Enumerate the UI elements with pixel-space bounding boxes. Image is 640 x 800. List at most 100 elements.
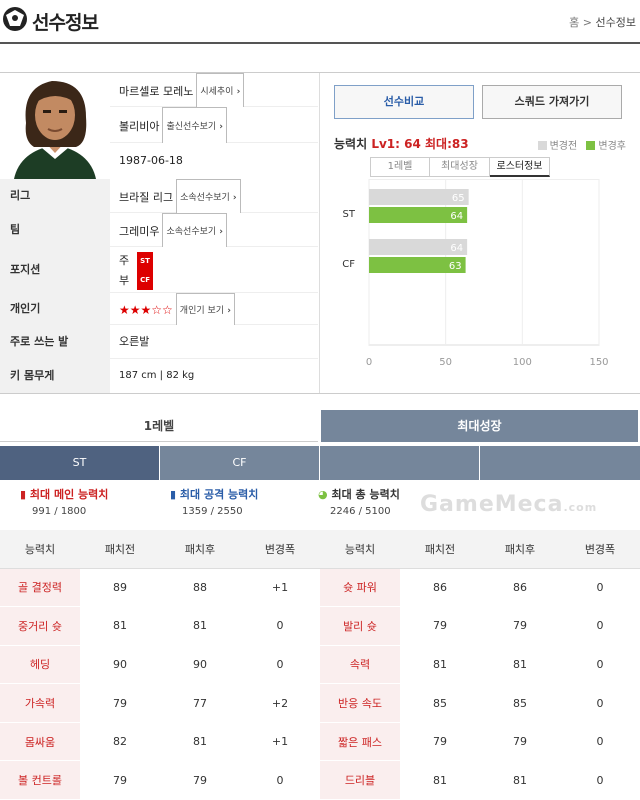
- stat-value-cell: 81: [480, 645, 560, 685]
- ability-summary: 능력치 Lv1: 64 최대:83: [334, 135, 469, 152]
- league-row: 브라질 리그 소속선수보기: [110, 179, 318, 217]
- nation-players-button[interactable]: 출신선수보기: [162, 107, 228, 147]
- team-players-button[interactable]: 소속선수보기: [162, 213, 228, 251]
- col-header: 패치전: [80, 530, 160, 569]
- stat-value-cell: 81: [160, 606, 240, 646]
- bar-value-label: 64: [450, 211, 463, 222]
- position-tab-st[interactable]: ST: [0, 446, 160, 480]
- player-birth: 1987-06-18: [110, 143, 318, 179]
- stat-value-cell: 88: [160, 568, 240, 608]
- stat-name-cell: 볼 컨트롤: [0, 760, 80, 800]
- bar-value-label: 65: [452, 193, 465, 204]
- nationality-row: 볼리비아 출신선수보기: [110, 107, 318, 147]
- breadcrumb-current: 선수정보: [595, 16, 636, 29]
- table-row: 헤딩 90 90 0 속력 81 81 0: [0, 645, 640, 685]
- league-players-button[interactable]: 소속선수보기: [176, 179, 241, 217]
- player-details: 마르셀로 모레노시세추이 볼리비아출신선수보기 1987-06-18 리그 브라…: [0, 73, 320, 393]
- stat-value-cell: 82: [80, 722, 160, 762]
- stat-total-value: 2246 / 5100: [330, 506, 391, 517]
- legend-after-swatch: [586, 141, 596, 150]
- col-header: 패치후: [160, 530, 240, 569]
- stat-diff-cell: +1: [240, 568, 320, 608]
- team-row: 그레미우 소속선수보기: [110, 213, 318, 251]
- x-tick-label: 50: [439, 357, 452, 368]
- chart-tabs: 1레벨 최대성장 로스터정보: [370, 157, 550, 177]
- bar-value-label: 63: [449, 261, 462, 272]
- summary-stats: GameMeca.com ▮ 최대 메인 능력치 991 / 1800 ▮ 최대…: [0, 480, 640, 530]
- stat-attack: ▮ 최대 공격 능력치 1359 / 2550: [170, 486, 258, 517]
- tab-max-growth[interactable]: 최대성장: [321, 410, 638, 442]
- stat-diff-cell: 0: [560, 645, 640, 685]
- price-trend-button[interactable]: 시세추이: [196, 73, 245, 111]
- chart-tab-max-growth[interactable]: 최대성장: [430, 157, 490, 177]
- table-row: 몸싸움 82 81 +1 짧은 패스 79 79 0: [0, 722, 640, 762]
- player-info-panel: 마르셀로 모레노시세추이 볼리비아출신선수보기 1987-06-18 리그 브라…: [0, 72, 640, 394]
- position-tab-empty-2: [480, 446, 640, 480]
- skill-view-button[interactable]: 개인기 보기: [175, 293, 235, 329]
- stat-name-cell: 반응 속도: [320, 683, 400, 723]
- stat-diff-cell: 0: [560, 722, 640, 762]
- watermark-text: GameMeca: [420, 492, 564, 517]
- stat-name-cell: 가속력: [0, 683, 80, 723]
- chart-legend: 변경전 변경후: [537, 137, 626, 152]
- popularity-row: ★★★☆☆ 개인기 보기: [110, 293, 318, 329]
- bar-chart-icon: ▮: [170, 488, 177, 501]
- stat-value-cell: 79: [160, 760, 240, 800]
- stat-name-cell: 헤딩: [0, 645, 80, 685]
- stat-diff-cell: +1: [240, 722, 320, 762]
- ability-max: 최대:83: [425, 137, 469, 151]
- chart-tab-level1[interactable]: 1레벨: [370, 157, 430, 177]
- stat-diff-cell: 0: [560, 760, 640, 800]
- legend-before-swatch: [537, 141, 547, 150]
- stat-main-value: 991 / 1800: [32, 506, 87, 517]
- soccer-ball-icon: [3, 7, 27, 31]
- legend-after: 변경후: [598, 141, 626, 152]
- stat-diff-cell: 0: [560, 568, 640, 608]
- x-tick-label: 0: [366, 357, 372, 368]
- stat-value-cell: 79: [80, 760, 160, 800]
- stat-main: ▮ 최대 메인 능력치 991 / 1800: [20, 486, 108, 517]
- position-tab-cf[interactable]: CF: [160, 446, 320, 480]
- ability-level: Lv1: 64: [371, 137, 421, 151]
- stat-value-cell: 79: [400, 606, 480, 646]
- table-row: 골 결정력 89 88 +1 슛 파워 86 86 0: [0, 568, 640, 608]
- stat-name-cell: 골 결정력: [0, 568, 80, 608]
- compare-player-button[interactable]: 선수비교: [334, 85, 474, 119]
- skill-stars: ★★★☆☆: [119, 303, 173, 317]
- sub-position-badge: CF: [137, 271, 154, 290]
- col-header: 변경폭: [240, 530, 320, 569]
- foot-label: 주로 쓰는 발: [0, 325, 110, 359]
- popularity-label: 개인기: [0, 293, 110, 325]
- stat-diff-cell: 0: [240, 645, 320, 685]
- legend-before: 변경전: [549, 141, 578, 152]
- chart-tab-roster[interactable]: 로스터정보: [490, 157, 550, 177]
- stat-value-cell: 86: [400, 568, 480, 608]
- table-row: 가속력 79 77 +2 반응 속도 85 85 0: [0, 683, 640, 723]
- position-row: 주 ST 부 CF: [110, 247, 318, 293]
- stat-attack-value: 1359 / 2550: [182, 506, 243, 517]
- stat-value-cell: 89: [80, 568, 160, 608]
- main-position-badge: ST: [137, 251, 153, 271]
- ability-table: 능력치 패치전 패치후 변경폭 능력치 패치전 패치후 변경폭 골 결정력 89 8…: [0, 530, 640, 800]
- stat-value-cell: 77: [160, 683, 240, 723]
- breadcrumb-home[interactable]: 홈: [569, 16, 579, 29]
- stat-diff-cell: 0: [560, 606, 640, 646]
- take-squad-button[interactable]: 스쿼드 가져가기: [482, 85, 622, 119]
- tab-level1[interactable]: 1레벨: [0, 410, 318, 442]
- breadcrumb-separator: >: [582, 16, 593, 29]
- position-bar: ST CF: [0, 446, 640, 480]
- ability-panel: 선수비교 스쿼드 가져가기 능력치 Lv1: 64 최대:83 변경전 변경후 …: [320, 73, 640, 393]
- col-header: 패치전: [400, 530, 480, 569]
- player-team: 그레미우: [119, 225, 160, 238]
- stat-name-cell: 속력: [320, 645, 400, 685]
- col-header: 능력치: [0, 530, 80, 569]
- breadcrumb: 홈 > 선수정보: [569, 14, 636, 30]
- stat-name-cell: 몸싸움: [0, 722, 80, 762]
- page-header: 선수정보 홈 > 선수정보: [0, 0, 640, 44]
- stat-attack-title: 최대 공격 능력치: [179, 488, 259, 501]
- stat-name-cell: 발리 슛: [320, 606, 400, 646]
- stat-name-cell: 슛 파워: [320, 568, 400, 608]
- table-row: 볼 컨트롤 79 79 0 드리블 81 81 0: [0, 760, 640, 800]
- stat-value-cell: 81: [400, 760, 480, 800]
- category-label: ST: [343, 209, 356, 220]
